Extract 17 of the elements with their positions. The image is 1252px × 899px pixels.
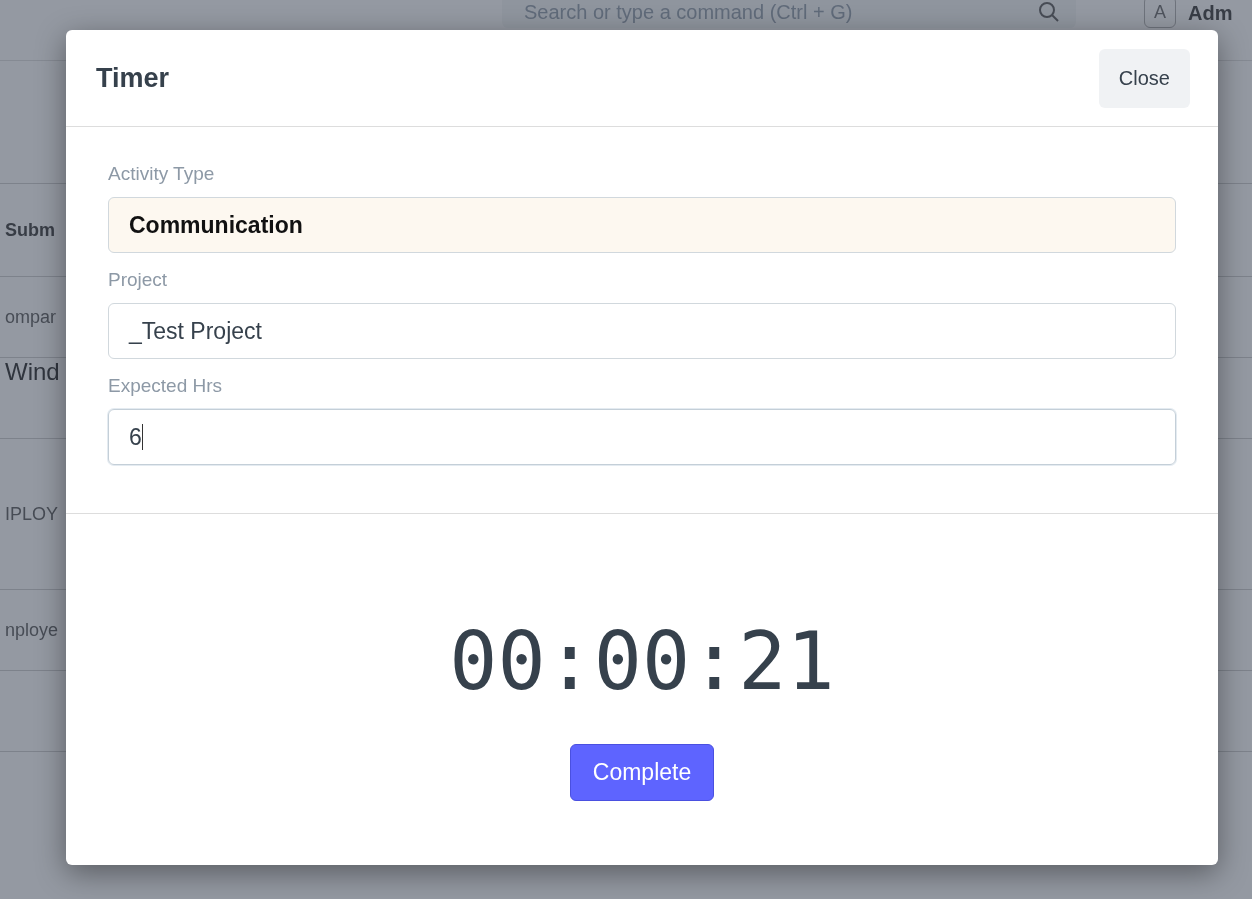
search-icon [1038,1,1060,23]
field-label: nploye [5,619,59,641]
complete-button[interactable]: Complete [569,743,715,801]
dialog-title: Timer [96,62,170,94]
user-name[interactable]: Adm [1188,2,1233,25]
field-label: Project [108,269,169,291]
field-label: Subm [5,219,55,241]
field-value: Wind [5,358,60,386]
input-field[interactable]: _Test Project [108,303,1176,359]
field-label: Expected Hrs [108,375,224,397]
field-label: ompar [5,306,57,328]
field-label: Activity Type [108,163,216,185]
close-button[interactable]: Close [1098,48,1190,108]
section-heading: IPLOY [5,503,59,525]
timer-display: 00:00:21 [449,614,835,708]
input-field[interactable]: Communication [108,197,1176,253]
input-field[interactable]: 6 [108,409,1176,465]
